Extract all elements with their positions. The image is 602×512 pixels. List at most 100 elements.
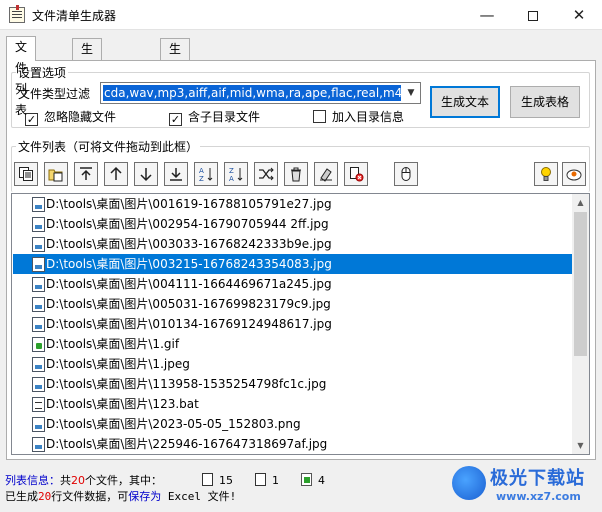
watermark-text: 极光下载站 <box>490 468 585 489</box>
list-item[interactable]: D:\tools\桌面\图片\2023-05-05_152803.png <box>30 414 573 434</box>
list-item[interactable]: D:\tools\桌面\图片\1.gif <box>30 334 573 354</box>
delete-button[interactable] <box>284 162 308 186</box>
clear-button[interactable] <box>314 162 338 186</box>
file-listbox[interactable]: D:\tools\桌面\图片\001619-16788105791e27.jpg… <box>11 193 590 455</box>
file-path: D:\tools\桌面\图片\113958-1535254798fc1c.jpg <box>46 377 327 391</box>
mouse-button[interactable] <box>394 162 418 186</box>
watermark-url: www.xz7.com <box>496 490 581 503</box>
sort-za-button[interactable]: ZA <box>224 162 248 186</box>
generate-text-button[interactable]: 生成文本 <box>430 86 500 118</box>
file-path: D:\tools\桌面\图片\1.gif <box>46 337 180 351</box>
file-list-legend: 文件列表（可将文件拖动到此框） <box>18 140 199 154</box>
tab-generate-text[interactable]: 生成文本清单 <box>72 38 103 161</box>
count-other: 4 <box>318 474 325 487</box>
list-item[interactable]: D:\tools\桌面\图片\003033-16768242333b9e.jpg <box>30 234 573 254</box>
image-file-icon <box>32 437 45 452</box>
status-list-info: 列表信息：共20个文件，其中： 15 1 4 <box>5 472 325 488</box>
sort-za-icon: ZA <box>229 167 243 182</box>
include-subdirs-checkbox[interactable]: ✓ 含子目录文件 <box>169 108 261 126</box>
move-bottom-button[interactable] <box>164 162 188 186</box>
tab-file-list[interactable]: 文件列表 <box>6 36 37 117</box>
move-up-button[interactable] <box>104 162 128 186</box>
sort-az-icon: AZ <box>199 167 213 182</box>
minimize-button[interactable]: — <box>464 0 510 30</box>
scroll-thumb[interactable] <box>574 212 587 356</box>
vertical-scrollbar[interactable]: ▲ ▼ <box>572 194 589 454</box>
ignore-hidden-checkbox[interactable]: ✓ 忽略隐藏文件 <box>25 108 117 126</box>
status-text-b: 个文件，其中： <box>85 474 162 487</box>
list-item[interactable]: D:\tools\桌面\图片\1.jpeg <box>30 354 573 374</box>
checkbox-box[interactable] <box>313 110 326 123</box>
file-path: D:\tools\桌面\图片\004111-1664469671a245.jpg <box>46 277 332 291</box>
list-item[interactable]: D:\tools\桌面\图片\225946-167647318697af.jpg <box>30 434 573 454</box>
file-path: D:\tools\桌面\图片\225946-167647318697af.jpg <box>46 437 328 451</box>
file-path: D:\tools\桌面\图片\123.bat <box>46 397 199 411</box>
move-up-icon <box>110 166 122 180</box>
checkbox-label: 含子目录文件 <box>188 110 261 124</box>
delete-icon <box>291 167 301 182</box>
move-bottom-icon <box>170 168 182 181</box>
svg-text:Z: Z <box>199 175 204 182</box>
move-top-button[interactable] <box>74 162 98 186</box>
count-text: 1 <box>272 474 279 487</box>
status-text-a: 共 <box>60 474 71 487</box>
move-down-icon <box>140 168 152 182</box>
svg-text:Z: Z <box>229 167 234 175</box>
file-path: D:\tools\桌面\图片\001619-16788105791e27.jpg <box>46 197 332 211</box>
status-generated-count: 20 <box>38 490 52 503</box>
svg-text:A: A <box>199 167 204 175</box>
add-folder-button[interactable] <box>44 162 68 186</box>
list-item[interactable]: D:\tools\桌面\图片\123.bat <box>30 394 573 414</box>
mouse-icon <box>401 167 411 181</box>
list-item[interactable]: D:\tools\桌面\图片\003215-16768243354083.jpg <box>13 254 573 274</box>
image-file-icon <box>32 417 45 432</box>
tab-generate-table[interactable]: 生成信息表格 <box>160 38 191 161</box>
image-file-icon <box>32 377 45 392</box>
move-top-icon <box>80 167 92 180</box>
filter-combobox[interactable]: cda,wav,mp3,aiff,aif,mid,wma,ra,ape,flac… <box>100 82 421 104</box>
sort-az-button[interactable]: AZ <box>194 162 218 186</box>
list-item[interactable]: D:\tools\桌面\图片\002954-16790705944 2ff.jp… <box>30 214 573 234</box>
list-item[interactable]: D:\tools\桌面\图片\113958-1535254798fc1c.jpg <box>30 374 573 394</box>
clear-icon <box>320 168 332 182</box>
close-button[interactable]: ✕ <box>556 0 602 30</box>
window-title: 文件清单生成器 <box>32 9 117 23</box>
file-path: D:\tools\桌面\图片\2023-05-05_152803.png <box>46 417 301 431</box>
watermark-logo-icon <box>452 466 486 500</box>
text-file-icon <box>255 473 266 486</box>
remove-button[interactable] <box>344 162 368 186</box>
filter-label: 文件类型过滤 <box>18 87 91 101</box>
file-path: D:\tools\桌面\图片\003215-16768243354083.jpg <box>46 257 332 271</box>
gif-file-icon <box>32 337 45 352</box>
image-file-icon <box>32 317 45 332</box>
list-item[interactable]: D:\tools\桌面\图片\001619-16788105791e27.jpg <box>30 194 573 214</box>
chevron-down-icon[interactable]: ▼ <box>402 83 420 103</box>
save-as-link[interactable]: 保存为 <box>128 490 161 503</box>
maximize-button[interactable] <box>510 0 556 30</box>
generate-table-button[interactable]: 生成表格 <box>510 86 580 118</box>
list-item[interactable]: D:\tools\桌面\图片\005031-167699823179c9.jpg <box>30 294 573 314</box>
scroll-up-icon[interactable]: ▲ <box>572 194 589 211</box>
image-file-icon <box>32 297 45 312</box>
checkbox-label: 忽略隐藏文件 <box>44 110 117 124</box>
checkbox-box[interactable]: ✓ <box>169 113 182 126</box>
checkbox-label: 加入目录信息 <box>332 110 405 124</box>
copy-icon <box>19 167 33 181</box>
list-item[interactable]: D:\tools\桌面\图片\004111-1664469671a245.jpg <box>30 274 573 294</box>
list-item[interactable]: D:\tools\桌面\图片\010134-16769124948617.jpg <box>30 314 573 334</box>
shuffle-button[interactable] <box>254 162 278 186</box>
maximize-icon <box>528 10 538 21</box>
scroll-down-icon[interactable]: ▼ <box>572 437 589 454</box>
shuffle-icon <box>259 167 274 181</box>
image-file-icon <box>32 197 45 212</box>
copy-button[interactable] <box>14 162 38 186</box>
filter-value[interactable]: cda,wav,mp3,aiff,aif,mid,wma,ra,ape,flac… <box>103 85 401 101</box>
move-down-button[interactable] <box>134 162 158 186</box>
tip-button[interactable] <box>534 162 558 186</box>
image-file-icon <box>32 277 45 292</box>
add-dir-info-checkbox[interactable]: 加入目录信息 <box>313 108 404 124</box>
about-icon <box>566 169 582 181</box>
add-folder-icon <box>48 169 63 182</box>
about-button[interactable] <box>562 162 586 186</box>
other-file-icon <box>301 473 312 486</box>
